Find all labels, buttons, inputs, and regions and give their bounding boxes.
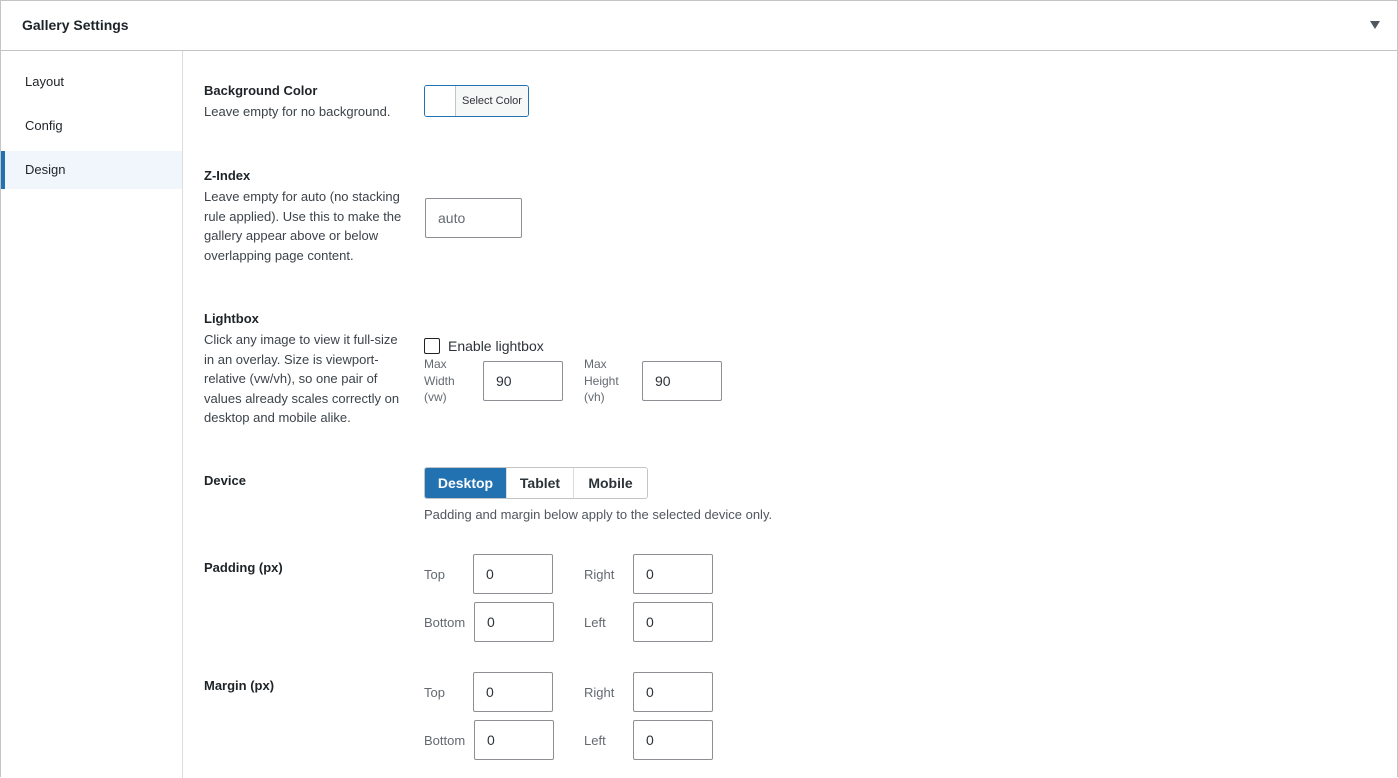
- enable-lightbox-label: Enable lightbox: [448, 338, 544, 354]
- device-mobile-button[interactable]: Mobile: [574, 468, 647, 498]
- lightbox-label: Lightbox: [204, 311, 259, 326]
- padding-right-label: Right: [584, 567, 615, 582]
- max-width-label: Max Width (vw): [424, 357, 455, 404]
- panel-title: Gallery Settings: [22, 17, 129, 33]
- margin-label: Margin (px): [204, 678, 275, 693]
- select-color-button[interactable]: Select Color: [424, 85, 529, 117]
- sidebar-item-label: Design: [25, 162, 66, 177]
- settings-sidebar: Layout Config Design: [1, 51, 183, 778]
- device-help-text: Padding and margin below apply to the se…: [424, 507, 773, 522]
- margin-top-label: Top: [424, 685, 445, 700]
- lightbox-desc: Click any image to view it full-size in …: [204, 332, 400, 425]
- margin-left-input[interactable]: [633, 720, 713, 760]
- margin-bottom-label: Bottom: [424, 733, 466, 748]
- max-height-input[interactable]: [642, 361, 722, 401]
- padding-left-input[interactable]: [633, 602, 713, 642]
- max-height-label: Max Height (vh): [584, 357, 619, 404]
- sidebar-item-config[interactable]: Config: [1, 107, 182, 145]
- device-tablet-button[interactable]: Tablet: [507, 468, 574, 498]
- sidebar-item-layout[interactable]: Layout: [1, 63, 182, 101]
- padding-left-label: Left: [584, 615, 606, 630]
- device-desktop-button[interactable]: Desktop: [425, 468, 507, 498]
- z-index-desc: Leave empty for auto (no stacking rule a…: [204, 189, 402, 263]
- padding-bottom-input[interactable]: [474, 602, 554, 642]
- margin-right-input[interactable]: [633, 672, 713, 712]
- background-color-label: Background Color: [204, 83, 318, 98]
- padding-top-input[interactable]: [473, 554, 553, 594]
- sidebar-item-label: Layout: [25, 74, 65, 89]
- padding-bottom-label: Bottom: [424, 615, 466, 630]
- sidebar-item-label: Config: [25, 118, 63, 133]
- device-label: Device: [204, 473, 246, 488]
- margin-right-label: Right: [584, 685, 615, 700]
- padding-top-label: Top: [424, 567, 445, 582]
- margin-left-label: Left: [584, 733, 606, 748]
- device-switcher: Desktop Tablet Mobile: [424, 467, 648, 499]
- margin-bottom-input[interactable]: [474, 720, 554, 760]
- enable-lightbox-checkbox[interactable]: [424, 338, 440, 354]
- sidebar-item-design[interactable]: Design: [1, 151, 182, 189]
- margin-top-input[interactable]: [473, 672, 553, 712]
- padding-right-input[interactable]: [633, 554, 713, 594]
- triangle-down-icon[interactable]: [1369, 19, 1381, 31]
- panel-header[interactable]: Gallery Settings: [1, 1, 1397, 51]
- color-swatch: [425, 86, 456, 116]
- max-width-input[interactable]: [483, 361, 563, 401]
- background-color-desc: Leave empty for no background.: [204, 104, 391, 119]
- padding-label: Padding (px): [204, 560, 283, 575]
- z-index-label: Z-Index: [204, 168, 251, 183]
- gallery-settings-panel: Gallery Settings Layout Config Design Ba…: [0, 0, 1398, 778]
- z-index-input[interactable]: [425, 198, 522, 238]
- select-color-label: Select Color: [456, 86, 528, 116]
